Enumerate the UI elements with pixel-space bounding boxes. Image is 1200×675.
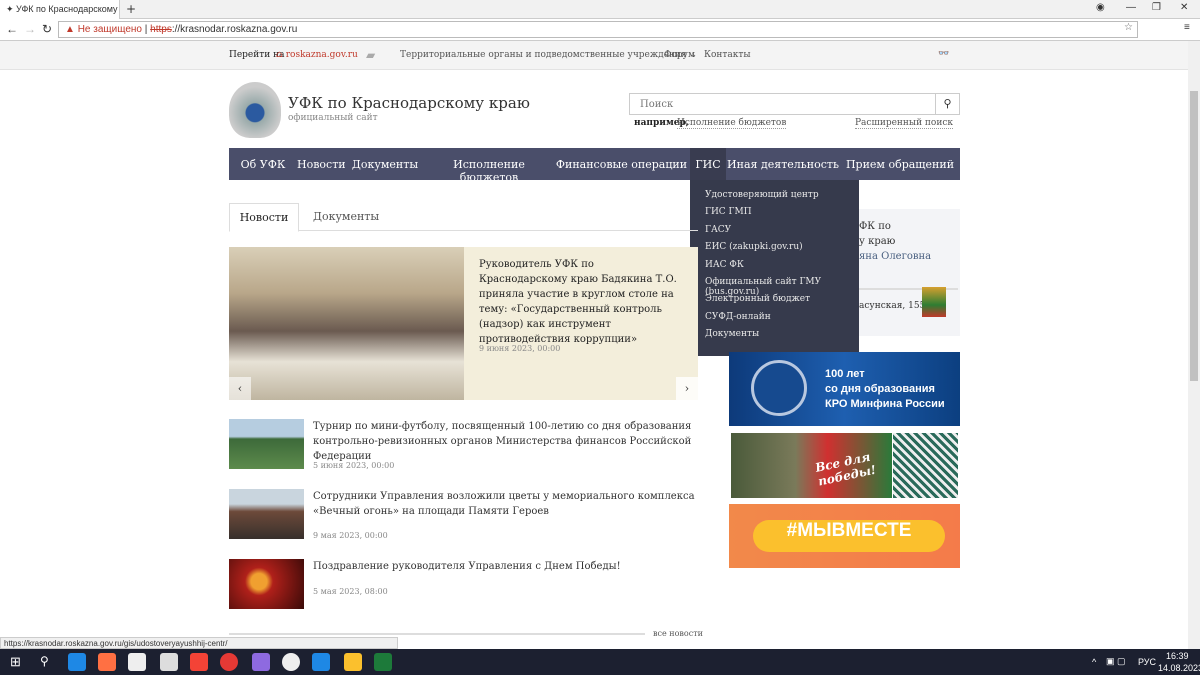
status-bar-url: https://krasnodar.roskazna.gov.ru/gis/ud… xyxy=(0,637,398,649)
top-strip: Перейти на ⌂ roskazna.gov.ru ▰ Территори… xyxy=(0,41,1188,70)
browser-tab[interactable]: ✦ УФК по Краснодарскому ✕ xyxy=(0,0,120,19)
search-box: ⚲ xyxy=(629,93,960,115)
all-news-link[interactable]: все новости xyxy=(653,629,703,638)
firefox-icon[interactable] xyxy=(98,653,116,671)
language-indicator[interactable]: РУС xyxy=(1138,657,1156,667)
menu-item-e-budget[interactable]: Электронный бюджет xyxy=(705,294,859,311)
user-icon[interactable]: ◉ xyxy=(1096,2,1105,13)
head-name-link[interactable]: яна Олеговна xyxy=(859,249,931,264)
tray-icons[interactable]: ▣ ▢ xyxy=(1106,656,1126,667)
warning-icon: ▲ xyxy=(65,24,78,35)
news-image xyxy=(229,489,304,539)
russia-map-icon: ▰ xyxy=(366,48,376,62)
eagle-logo-icon xyxy=(229,82,281,138)
search-input[interactable] xyxy=(630,94,930,114)
search-icon[interactable]: ⚲ xyxy=(40,654,49,668)
telegram-icon[interactable] xyxy=(312,653,330,671)
menu-item-sufd[interactable]: СУФД-онлайн xyxy=(705,312,859,329)
new-tab-icon[interactable]: + xyxy=(126,2,136,16)
site-title[interactable]: УФК по Краснодарскому краю xyxy=(288,94,530,112)
news-item[interactable]: Турнир по мини-футболу, посвященный 100-… xyxy=(229,419,698,474)
advanced-search-link[interactable]: Расширенный поиск xyxy=(855,118,954,129)
menu-item-certification-center[interactable]: Удостоверяющий центр xyxy=(705,190,859,207)
news-image xyxy=(229,559,304,609)
accessibility-glasses-icon[interactable]: 👓 xyxy=(938,49,949,59)
prev-arrow-icon[interactable]: ‹ xyxy=(229,377,251,400)
main-nav: Об УФК Новости Документы Исполнение бюдж… xyxy=(229,148,960,184)
featured-news-image xyxy=(229,247,464,400)
opera-icon[interactable] xyxy=(220,653,238,671)
menu-item-ias-fk[interactable]: ИАС ФК xyxy=(705,260,859,277)
app-icon[interactable] xyxy=(252,653,270,671)
scrollbar-thumb[interactable] xyxy=(1190,91,1198,381)
krasnodar-coat-of-arms-icon xyxy=(922,287,946,317)
edge-icon[interactable] xyxy=(68,653,86,671)
excel-icon[interactable] xyxy=(374,653,392,671)
victory-banner[interactable]: Все для победы! xyxy=(731,433,892,498)
myvmeste-banner[interactable]: #МЫВМЕСТЕ xyxy=(729,504,960,568)
tab-news[interactable]: Новости xyxy=(229,203,299,232)
news-image xyxy=(229,419,304,469)
browser-tab-bar: ✦ УФК по Краснодарскому ✕ + ◉ — ❐ ✕ xyxy=(0,0,1200,19)
nav-item-about[interactable]: Об УФК xyxy=(229,148,297,180)
file-explorer-icon[interactable] xyxy=(344,653,362,671)
back-icon[interactable]: ← xyxy=(6,22,18,36)
gis-dropdown-menu: Удостоверяющий центр ГИС ГМП ГАСУ ЕИС (z… xyxy=(690,180,859,356)
yandex-browser-icon[interactable] xyxy=(128,653,146,671)
nav-item-documents[interactable]: Документы xyxy=(345,148,425,180)
search-icon[interactable]: ⚲ xyxy=(935,94,959,114)
qr-code-icon[interactable] xyxy=(893,433,958,498)
forum-link[interactable]: Форум xyxy=(664,50,695,60)
reload-icon[interactable]: ↻ xyxy=(42,22,52,36)
windows-start-icon[interactable]: ⊞ xyxy=(10,654,21,670)
featured-news[interactable]: Руководитель УФК по Краснодарскому краю … xyxy=(229,247,698,400)
eagle-icon: ✦ xyxy=(6,4,17,14)
menu-item-eis[interactable]: ЕИС (zakupki.gov.ru) xyxy=(705,242,859,259)
menu-icon[interactable]: ≡ xyxy=(1184,22,1190,33)
minimize-icon[interactable]: — xyxy=(1126,2,1136,13)
nav-item-budget[interactable]: Исполнение бюджетов xyxy=(425,148,553,184)
url-input[interactable]: ▲ Не защищено | https://krasnodar.roskaz… xyxy=(58,21,1138,38)
next-arrow-icon[interactable]: › xyxy=(676,377,698,400)
nav-item-gis[interactable]: ГИС xyxy=(690,148,726,180)
clock-time[interactable]: 16:39 xyxy=(1166,651,1189,661)
site-subtitle: официальный сайт xyxy=(288,113,378,123)
star-icon[interactable]: ☆ xyxy=(1124,22,1133,33)
territorial-dropdown[interactable]: Территориальные органы и подведомственны… xyxy=(400,50,697,60)
tray-chevron-icon[interactable]: ^ xyxy=(1092,657,1096,667)
restore-icon[interactable]: ❐ xyxy=(1152,2,1161,13)
close-window-icon[interactable]: ✕ xyxy=(1180,2,1188,13)
taskbar: ⊞ ⚲ ^ ▣ ▢ РУС 16:39 14.08.2023 xyxy=(0,649,1200,675)
news-item[interactable]: Поздравление руководителя Управления с Д… xyxy=(229,559,698,614)
tab-documents[interactable]: Документы xyxy=(313,210,379,223)
menu-item-gasu[interactable]: ГАСУ xyxy=(705,225,859,242)
roskazna-link[interactable]: ⌂ roskazna.gov.ru xyxy=(276,50,358,60)
yandex-icon[interactable] xyxy=(190,653,208,671)
nav-item-finance[interactable]: Финансовые операции xyxy=(553,148,690,180)
content-tabs: Новости Документы xyxy=(229,203,698,232)
menu-item-gis-gmp[interactable]: ГИС ГМП xyxy=(705,207,859,224)
kro-emblem-icon xyxy=(751,360,807,416)
kro-100-banner[interactable]: 100 лет со дня образования КРО Минфина Р… xyxy=(729,352,960,426)
forward-icon[interactable]: → xyxy=(24,22,36,36)
menu-item-documents[interactable]: Документы xyxy=(705,329,859,346)
yandex-browser-active-icon[interactable] xyxy=(282,653,300,671)
nav-item-news[interactable]: Новости xyxy=(297,148,346,180)
address-bar: ← → ↻ ▲ Не защищено | https://krasnodar.… xyxy=(0,19,1200,41)
nav-item-appeals[interactable]: Прием обращений xyxy=(840,148,960,180)
news-item[interactable]: Сотрудники Управления возложили цветы у … xyxy=(229,489,698,544)
menu-item-gmu[interactable]: Официальный сайт ГМУ (bus.gov.ru) xyxy=(705,277,859,297)
nav-item-other[interactable]: Иная деятельность xyxy=(726,148,840,180)
example-search-link[interactable]: Исполнение бюджетов xyxy=(677,118,787,129)
contacts-link[interactable]: Контакты xyxy=(704,50,751,60)
scrollbar[interactable] xyxy=(1188,41,1200,649)
calculator-icon[interactable] xyxy=(160,653,178,671)
clock-date[interactable]: 14.08.2023 xyxy=(1158,663,1200,673)
